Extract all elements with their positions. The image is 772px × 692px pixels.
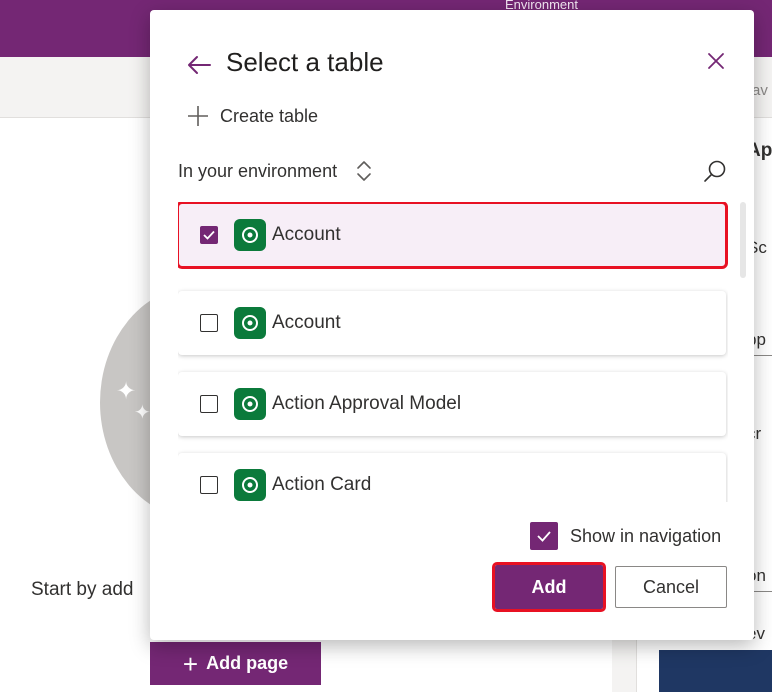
item-checkbox[interactable] [200, 476, 218, 494]
add-button[interactable]: Add [492, 562, 606, 612]
add-page-label: Add page [206, 653, 289, 673]
show-in-navigation-label: Show in navigation [570, 525, 722, 546]
sort-icon [357, 161, 371, 181]
item-label: Action Card [272, 474, 372, 495]
create-table-button[interactable]: Create table [186, 104, 318, 128]
table-list: Account Account Action Approval Model Ac… [178, 202, 728, 502]
dataverse-icon [234, 307, 266, 339]
create-table-label: Create table [220, 105, 319, 126]
dataverse-icon [234, 388, 266, 420]
show-in-navigation-toggle[interactable]: Show in navigation [530, 522, 721, 550]
sparkle-icon: ✦ [116, 378, 137, 405]
dataverse-icon [234, 469, 266, 501]
item-checkbox[interactable] [200, 395, 218, 413]
add-page-button[interactable]: + Add page [150, 642, 321, 685]
dataverse-icon [234, 219, 266, 251]
empty-state-text: Start by add [31, 579, 134, 600]
item-checkbox[interactable] [200, 226, 218, 244]
panel-preview [659, 650, 772, 692]
list-item[interactable]: Action Card [178, 453, 726, 502]
close-icon[interactable] [705, 50, 727, 72]
list-item[interactable]: Action Approval Model [178, 372, 726, 436]
item-checkbox[interactable] [200, 314, 218, 332]
list-item[interactable]: Account [178, 202, 728, 269]
item-label: Action Approval Model [272, 393, 462, 414]
checkmark-icon [537, 531, 551, 542]
back-arrow-icon[interactable] [184, 50, 214, 80]
command-bar-text: av [752, 82, 768, 99]
dialog-title: Select a table [226, 47, 384, 77]
item-label: Account [272, 312, 341, 333]
environment-filter-label: In your environment [178, 160, 338, 181]
show-in-navigation-checkbox[interactable] [530, 522, 558, 550]
list-scrollbar[interactable] [740, 202, 746, 278]
cancel-button[interactable]: Cancel [615, 566, 727, 608]
select-table-dialog: Select a table Create table In your envi… [150, 10, 754, 640]
plus-icon [188, 106, 208, 126]
item-label: Account [272, 224, 341, 245]
plus-icon: + [182, 648, 199, 679]
search-icon[interactable] [702, 158, 728, 184]
environment-filter[interactable]: In your environment [178, 158, 373, 184]
checkmark-icon [203, 230, 215, 240]
list-item[interactable]: Account [178, 291, 726, 355]
sparkle-icon: ✦ [134, 402, 151, 424]
